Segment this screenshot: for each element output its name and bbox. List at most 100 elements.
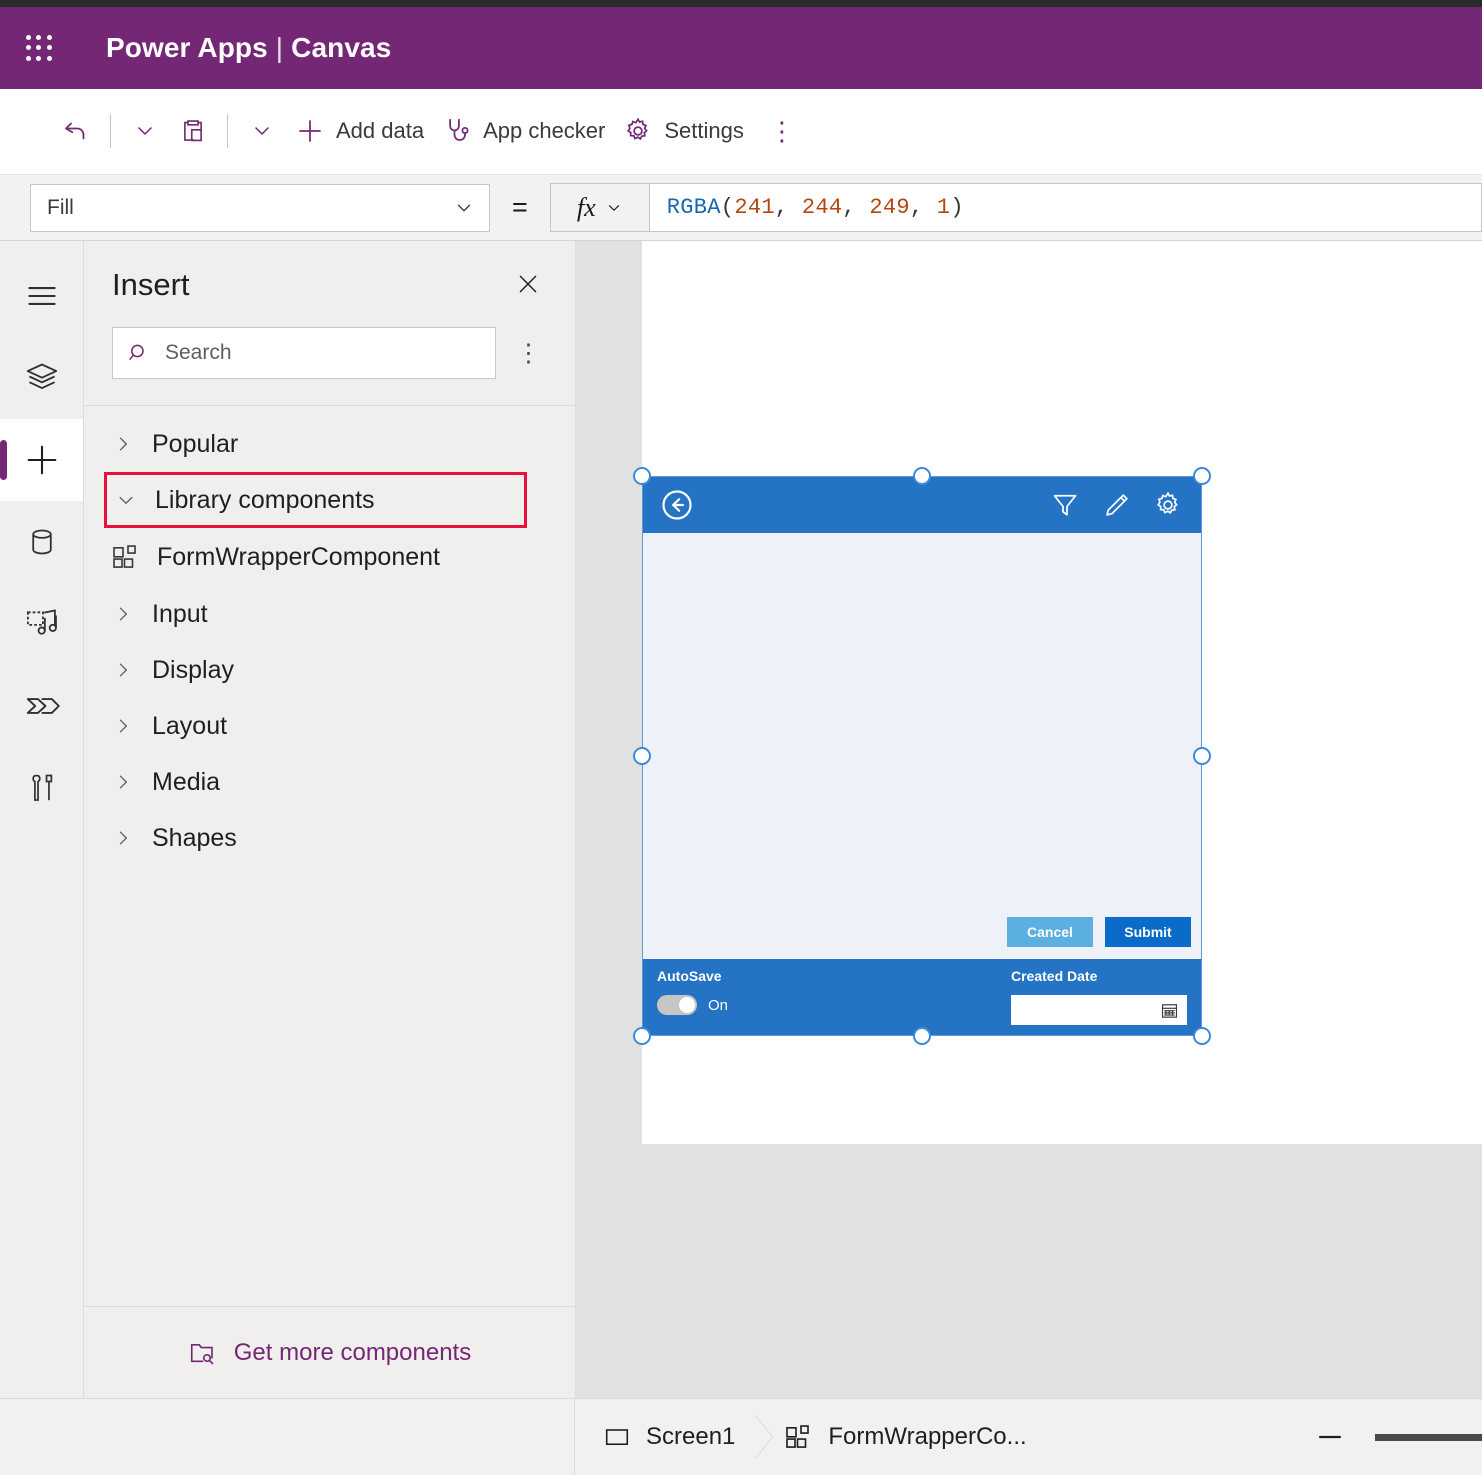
created-date-label: Created Date [1011,968,1187,984]
created-date-input[interactable] [1011,995,1187,1025]
power-apps-studio: Power Apps|Canvas [0,0,1482,1475]
list-item-formwrappercomponent[interactable]: FormWrapperComponent [84,528,575,586]
autosave-toggle-row: On [657,995,987,1015]
canvas-area[interactable]: Cancel Submit AutoSave On [576,241,1482,1398]
fx-label: fx [577,193,596,223]
category-label: Display [152,656,234,685]
app-screen[interactable]: Cancel Submit AutoSave On [642,241,1482,1144]
resize-handle-top-right[interactable] [1193,467,1211,485]
formula-token: 244 [802,195,843,220]
autosave-toggle-state: On [708,997,728,1014]
autosave-group: AutoSave On [657,968,987,1015]
chevron-down-icon [115,490,137,510]
component-icon [783,1422,813,1452]
formula-token: ) [950,195,964,220]
screen-icon [603,1423,631,1451]
insert-category-list: Popular Library components [84,406,575,1306]
app-launcher-icon[interactable] [22,31,56,65]
property-select-value: Fill [47,196,74,220]
resize-handle-top-center[interactable] [913,467,931,485]
insert-panel: Insert ⋮ [84,241,576,1398]
data-icon[interactable] [0,501,83,583]
app-checker-icon [442,116,472,146]
resize-handle-middle-right[interactable] [1193,747,1211,765]
paste-dropdown-button[interactable] [238,103,286,159]
undo-dropdown-button[interactable] [121,103,169,159]
category-label: Popular [152,430,238,459]
tree-view-icon[interactable] [0,337,83,419]
command-bar-overflow-button[interactable]: ⋮ [753,118,811,144]
zoom-out-button[interactable] [1313,1420,1347,1454]
get-more-components-label: Get more components [234,1339,471,1367]
component-label: FormWrapperComponent [157,543,440,572]
chevron-right-icon [112,604,134,624]
sidebar-item-insert[interactable] [0,419,83,501]
chevron-right-icon [112,828,134,848]
category-label: Layout [152,712,227,741]
zoom-slider[interactable] [1375,1434,1482,1441]
breadcrumb: Screen1 FormWrapperCo... [575,1399,1482,1475]
media-icon[interactable] [0,583,83,665]
category-library-components[interactable]: Library components [104,472,527,528]
formula-token: , [910,195,937,220]
search-field[interactable] [165,341,481,365]
status-bar-left-spacer [0,1399,575,1475]
formula-token: RGBA [667,195,721,220]
resize-handle-middle-left[interactable] [633,747,651,765]
category-input[interactable]: Input [84,586,575,642]
form-wrapper-component[interactable]: Cancel Submit AutoSave On [642,476,1202,1036]
gear-icon[interactable] [1153,490,1183,520]
autosave-toggle[interactable] [657,995,697,1015]
fx-dropdown-button[interactable]: fx [550,183,649,232]
chevron-down-icon [605,199,623,217]
advanced-tools-icon[interactable] [0,747,83,829]
component-footer: AutoSave On Created Date [643,959,1201,1035]
breadcrumb-item-screen1[interactable]: Screen1 [597,1399,751,1475]
resize-handle-bottom-right[interactable] [1193,1027,1211,1045]
selected-component[interactable]: Cancel Submit AutoSave On [642,476,1202,1036]
formula-token: , [842,195,869,220]
app-checker-button[interactable]: App checker [433,103,614,159]
formula-token: 249 [869,195,910,220]
filter-icon[interactable] [1050,490,1080,520]
formula-token: , [775,195,802,220]
search-input[interactable] [112,327,496,379]
breadcrumb-label: Screen1 [646,1423,735,1451]
chevron-down-icon [133,119,157,143]
resize-handle-top-left[interactable] [633,467,651,485]
power-automate-icon[interactable] [0,665,83,747]
resize-handle-bottom-left[interactable] [633,1027,651,1045]
paste-button[interactable] [169,103,217,159]
window-top-edge [0,0,1482,7]
undo-button[interactable] [52,103,100,159]
close-icon[interactable] [509,267,547,301]
title-separator: | [276,32,283,63]
submit-button[interactable]: Submit [1105,917,1191,947]
edit-pencil-icon[interactable] [1102,491,1131,520]
zoom-controls [1313,1420,1482,1454]
formula-token: 241 [734,195,775,220]
back-arrow-icon[interactable] [659,487,695,523]
property-select[interactable]: Fill [30,184,490,232]
category-media[interactable]: Media [84,754,575,810]
insert-panel-overflow-button[interactable]: ⋮ [502,341,555,366]
component-header [643,477,1201,533]
cancel-button[interactable]: Cancel [1007,917,1093,947]
chevron-right-icon [112,716,134,736]
category-layout[interactable]: Layout [84,698,575,754]
breadcrumb-item-formwrappercomponent[interactable]: FormWrapperCo... [777,1399,1042,1475]
settings-button[interactable]: Settings [614,103,753,159]
product-name: Power Apps [106,32,268,63]
add-data-button[interactable]: Add data [286,103,433,159]
insert-icon [22,440,62,480]
command-bar: Add data App checker Settings ⋮ [0,89,1482,174]
category-display[interactable]: Display [84,642,575,698]
get-more-components-button[interactable]: Get more components [84,1306,575,1398]
hamburger-menu-icon[interactable] [0,255,83,337]
resize-handle-bottom-center[interactable] [913,1027,931,1045]
formula-input[interactable]: RGBA(241, 244, 249, 1) [649,183,1482,232]
search-icon [127,341,151,365]
category-shapes[interactable]: Shapes [84,810,575,866]
category-popular[interactable]: Popular [84,416,575,472]
add-data-label: Add data [336,118,424,144]
